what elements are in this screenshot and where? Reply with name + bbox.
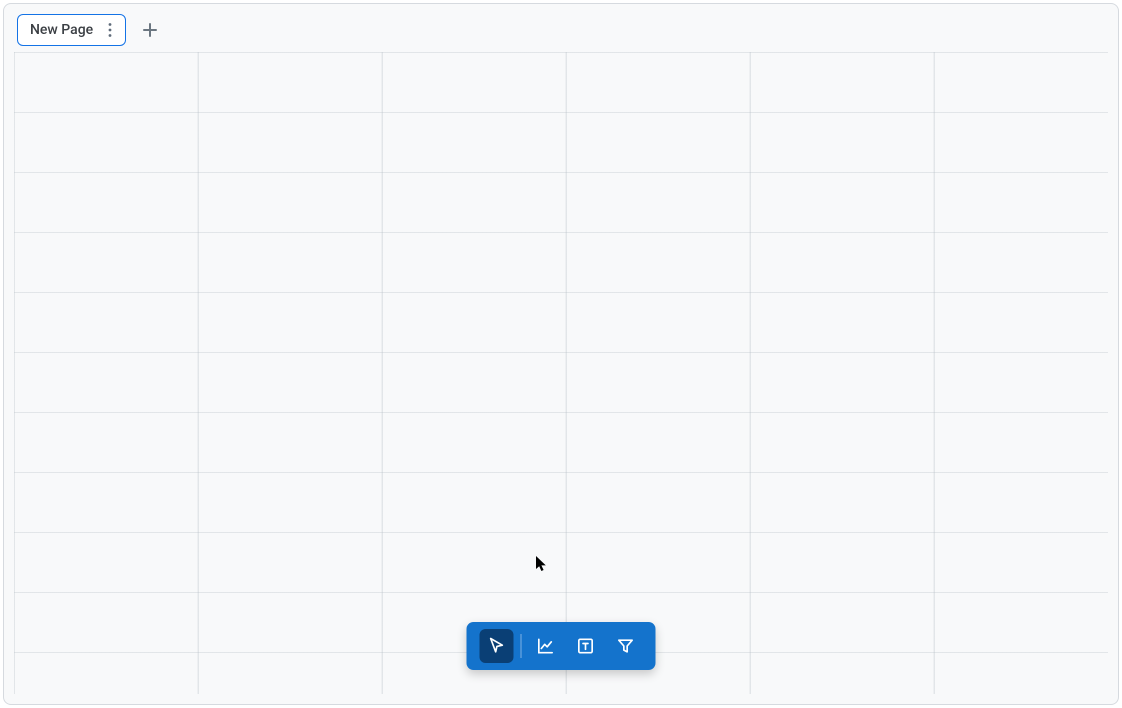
tab-bar: New Page [17, 14, 164, 46]
plus-icon [141, 21, 159, 39]
text-box-tool-button[interactable] [569, 629, 603, 663]
tab-label: New Page [30, 22, 93, 38]
more-vertical-icon[interactable] [103, 20, 117, 40]
mouse-cursor-icon [535, 555, 549, 573]
pointer-tool-button[interactable] [480, 629, 514, 663]
toolbar-separator [521, 634, 522, 658]
filter-icon [616, 636, 636, 656]
bottom-toolbar [467, 622, 656, 670]
pointer-icon [487, 636, 507, 656]
line-chart-icon [536, 636, 556, 656]
chart-tool-button[interactable] [529, 629, 563, 663]
app-frame: New Page [3, 3, 1119, 705]
text-box-icon [576, 636, 596, 656]
add-tab-button[interactable] [136, 16, 164, 44]
canvas-grid[interactable] [14, 52, 1108, 694]
tab-current[interactable]: New Page [17, 14, 126, 46]
filter-tool-button[interactable] [609, 629, 643, 663]
